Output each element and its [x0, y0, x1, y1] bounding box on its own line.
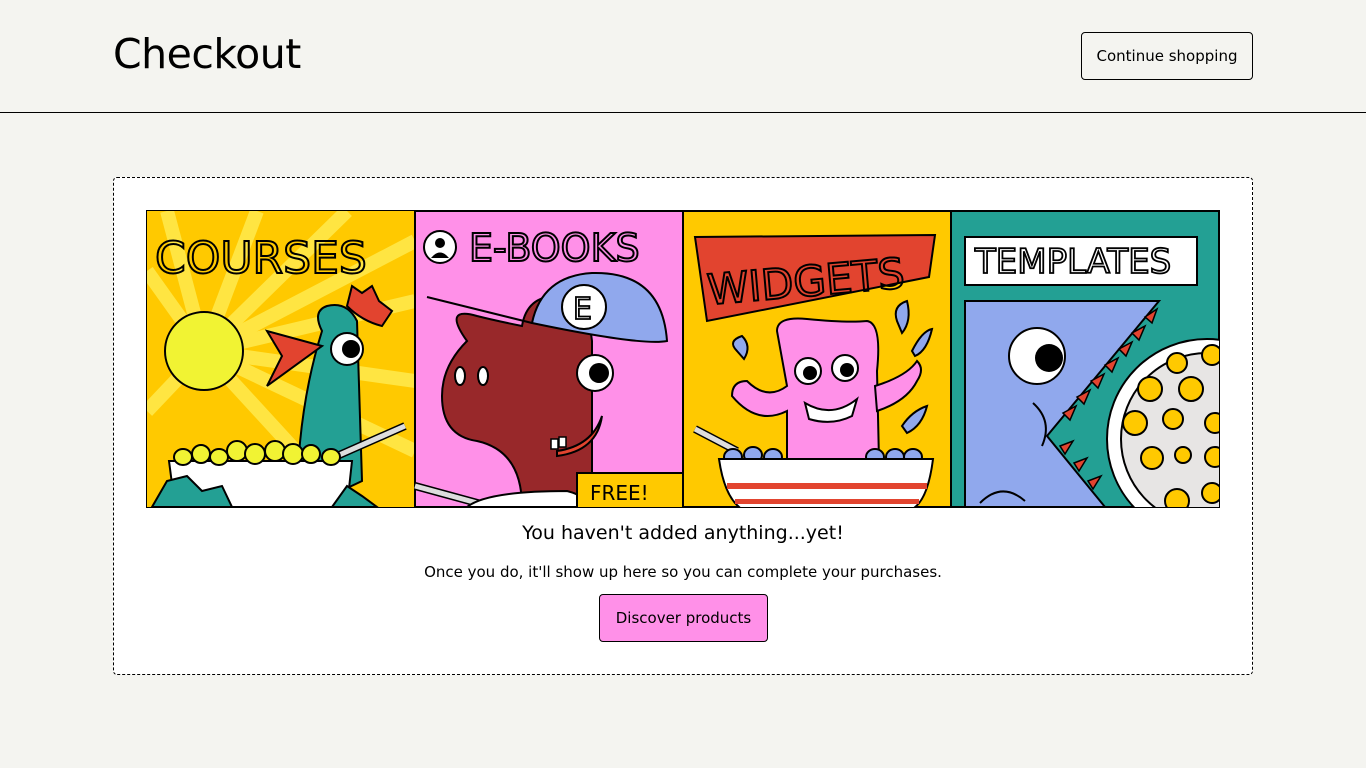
discover-products-button[interactable]: Discover products — [599, 594, 768, 642]
templates-panel-illustration: TEMPLATES — [950, 211, 1219, 507]
ebooks-label: E-BOOKS — [469, 226, 640, 270]
page-title: Checkout — [113, 30, 301, 78]
widgets-panel-illustration: WIDGETS — [682, 211, 952, 507]
ebooks-panel-illustration: E FREE! E-BOOKS — [413, 211, 684, 507]
courses-label: COURSES — [155, 233, 367, 284]
free-tag: FREE! — [590, 481, 649, 505]
page-header: Checkout Continue shopping — [0, 0, 1366, 113]
ebook-cap-letter: E — [573, 292, 592, 327]
empty-state-subtext: Once you do, it'll show up here so you c… — [424, 563, 942, 581]
empty-cart-card: COURSES E FREE! E-BOOKS WIDGETS TEMPLATE… — [113, 177, 1253, 675]
product-categories-banner: COURSES E FREE! E-BOOKS WIDGETS TEMPLATE… — [146, 210, 1220, 508]
templates-label: TEMPLATES — [974, 242, 1171, 282]
empty-state-heading: You haven't added anything...yet! — [522, 522, 844, 544]
courses-panel-illustration: COURSES — [147, 211, 419, 507]
continue-shopping-button[interactable]: Continue shopping — [1081, 32, 1253, 80]
